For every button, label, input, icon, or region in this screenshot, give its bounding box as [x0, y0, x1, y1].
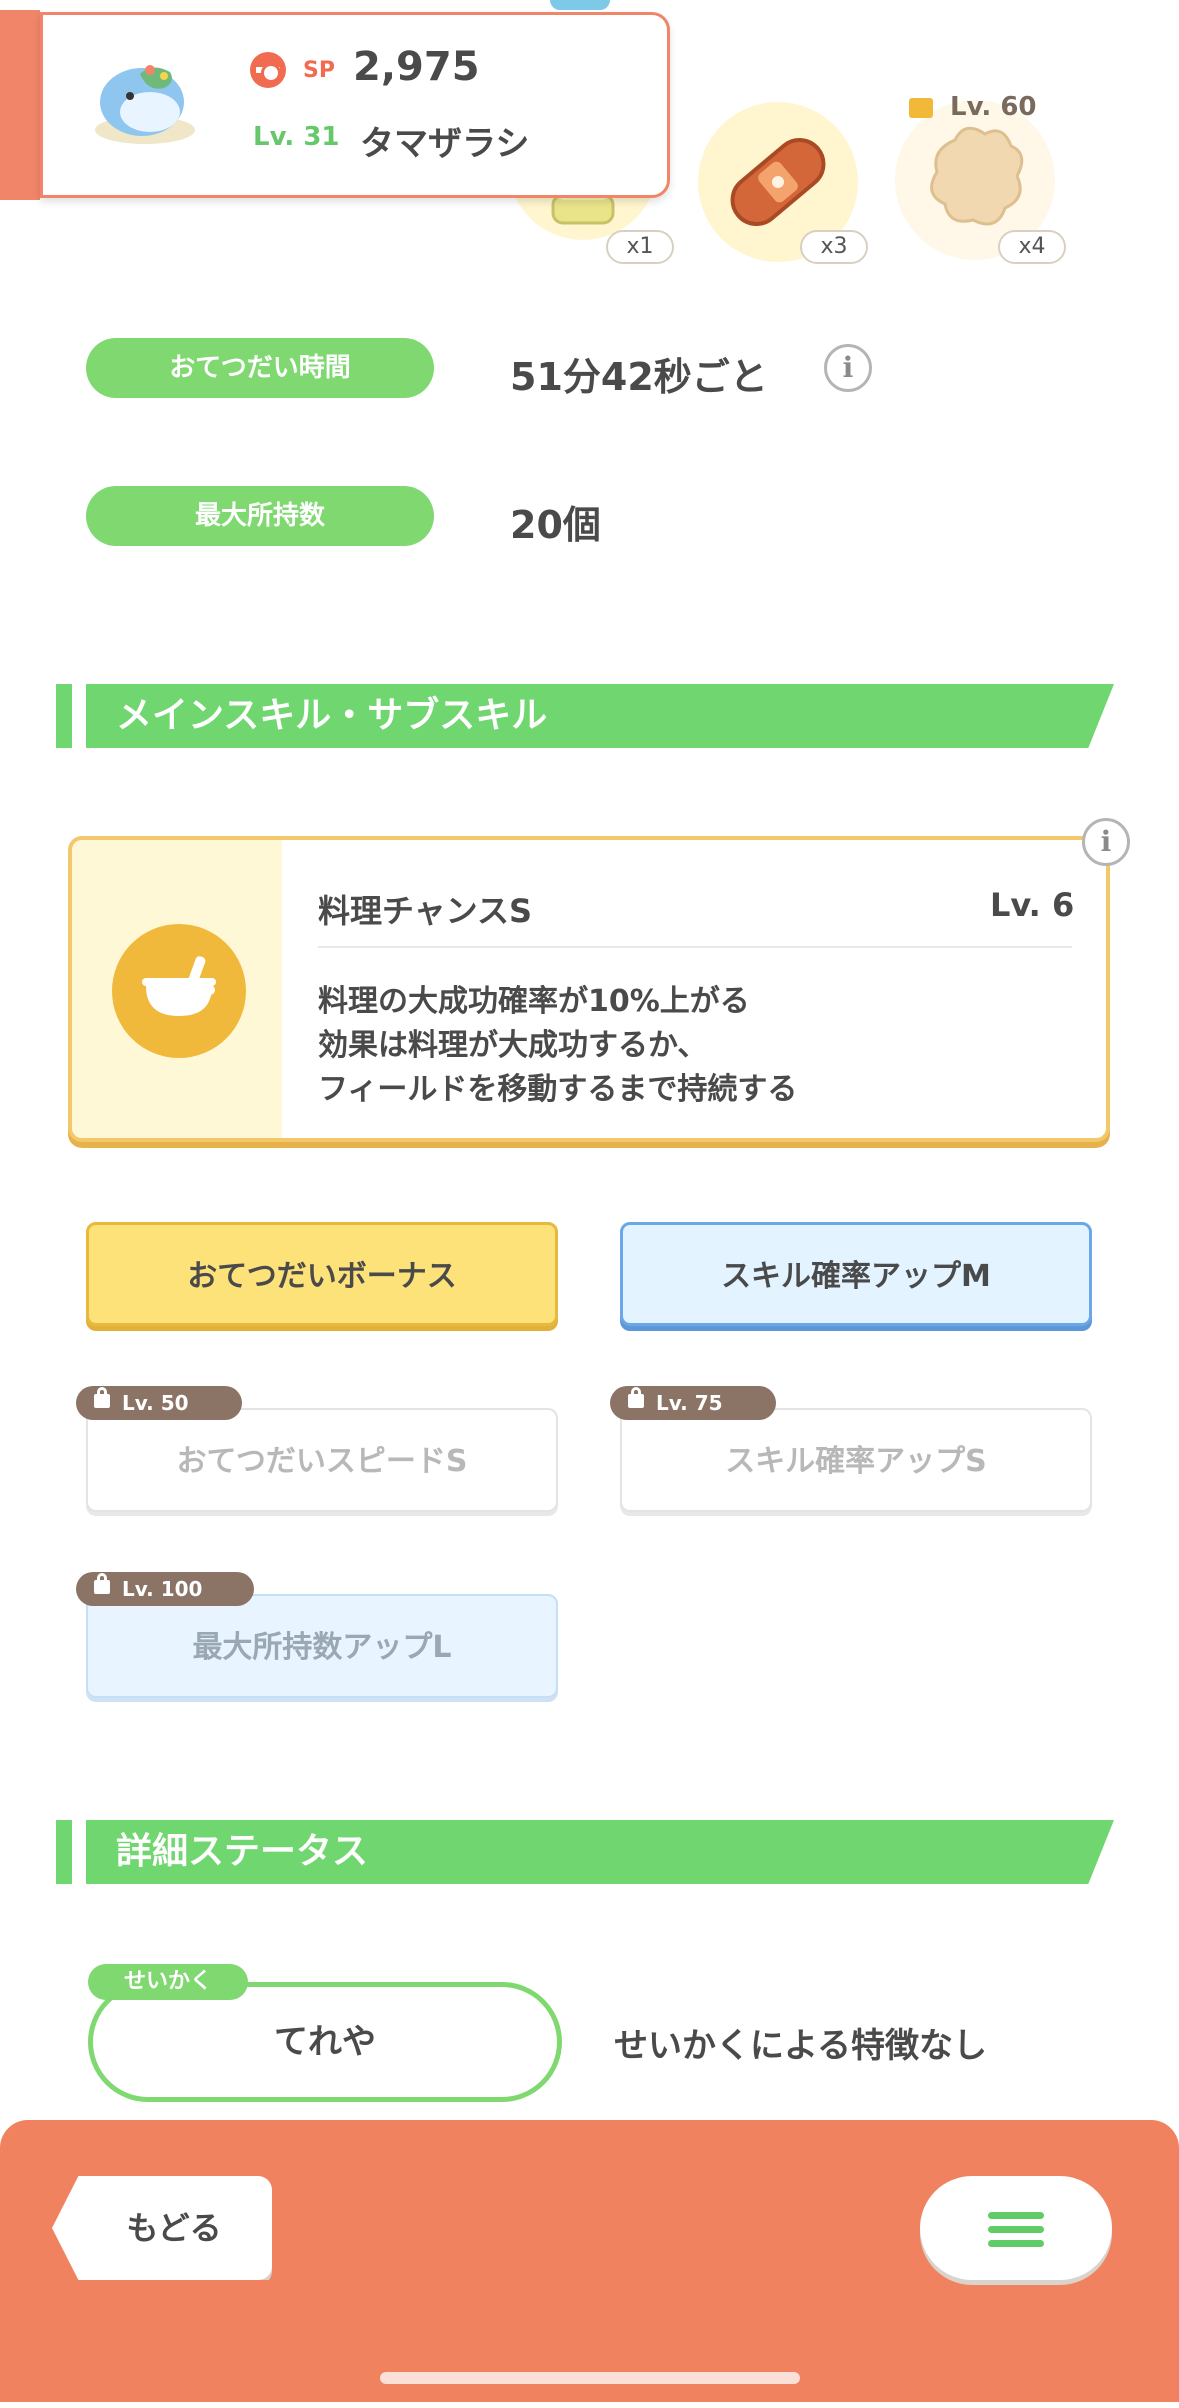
lock-icon [909, 98, 933, 118]
section-accent [56, 684, 72, 748]
max-carry-label: 最大所持数 [86, 486, 434, 546]
pokemon-avatar [80, 30, 210, 160]
header-accent-strip [0, 10, 40, 200]
main-skill-description-line1: 料理の大成功確率が10%上がる [318, 984, 750, 1019]
sub-skill-skill-trigger-s[interactable]: スキル確率アップS [620, 1408, 1092, 1512]
skills-section-title: メインスキル・サブスキル [86, 684, 1114, 748]
sp-ball-icon [250, 52, 286, 88]
section-accent [56, 1820, 72, 1884]
help-time-label: おてつだい時間 [86, 338, 434, 398]
main-skill-description-line2: 効果は料理が大成功するか、 [318, 1028, 708, 1063]
back-button[interactable]: もどる [52, 2176, 272, 2280]
main-skill-name: 料理チャンスS [318, 892, 533, 930]
info-icon[interactable]: i [1082, 818, 1130, 866]
pokemon-level: Lv. 31 [253, 122, 340, 152]
main-skill-description-line3: フィールドを移動するまで持続する [318, 1072, 798, 1107]
nature-description: せいかくによる特徴なし [614, 2026, 987, 2066]
pokemon-name: タマザラシ [360, 124, 530, 164]
nature-tag: せいかく [88, 1964, 248, 2000]
max-carry-value: 20個 [510, 503, 601, 547]
lock-level-tag: Lv. 75 [610, 1386, 776, 1420]
divider [318, 946, 1072, 948]
ingredient-top-peek [550, 0, 610, 10]
ingredient-count-badge: x4 [998, 230, 1066, 264]
sub-skill-skill-trigger-m[interactable]: スキル確率アップM [620, 1222, 1092, 1326]
ingredient-lock-level: Lv. 60 [950, 92, 1037, 122]
sub-skill-inventory-up-l[interactable]: 最大所持数アップL [86, 1594, 558, 1698]
sp-label: SP [303, 58, 335, 83]
sp-value: 2,975 [353, 44, 480, 90]
main-skill-level: Lv. 6 [990, 886, 1075, 924]
lock-level-tag: Lv. 50 [76, 1386, 242, 1420]
ingredient-count-badge: x3 [800, 230, 868, 264]
lock-level-tag: Lv. 100 [76, 1572, 254, 1606]
lock-icon [94, 1573, 110, 1594]
sub-skill-help-speed-s[interactable]: おてつだいスピードS [86, 1408, 558, 1512]
info-icon[interactable]: i [824, 344, 872, 392]
details-section-title: 詳細ステータス [86, 1820, 1114, 1884]
home-indicator[interactable] [380, 2372, 800, 2384]
lock-icon [628, 1387, 644, 1408]
nature-value[interactable]: てれや [88, 1982, 562, 2102]
menu-button[interactable] [920, 2176, 1112, 2280]
lock-icon [94, 1387, 110, 1408]
sub-skill-help-bonus[interactable]: おてつだいボーナス [86, 1222, 558, 1326]
ingredient-count-badge: x1 [606, 230, 674, 264]
help-time-value: 51分42秒ごと [510, 355, 768, 399]
main-skill-card[interactable]: 料理チャンスS Lv. 6 料理の大成功確率が10%上がる 効果は料理が大成功す… [68, 836, 1110, 1142]
cooking-pot-icon [112, 924, 246, 1058]
